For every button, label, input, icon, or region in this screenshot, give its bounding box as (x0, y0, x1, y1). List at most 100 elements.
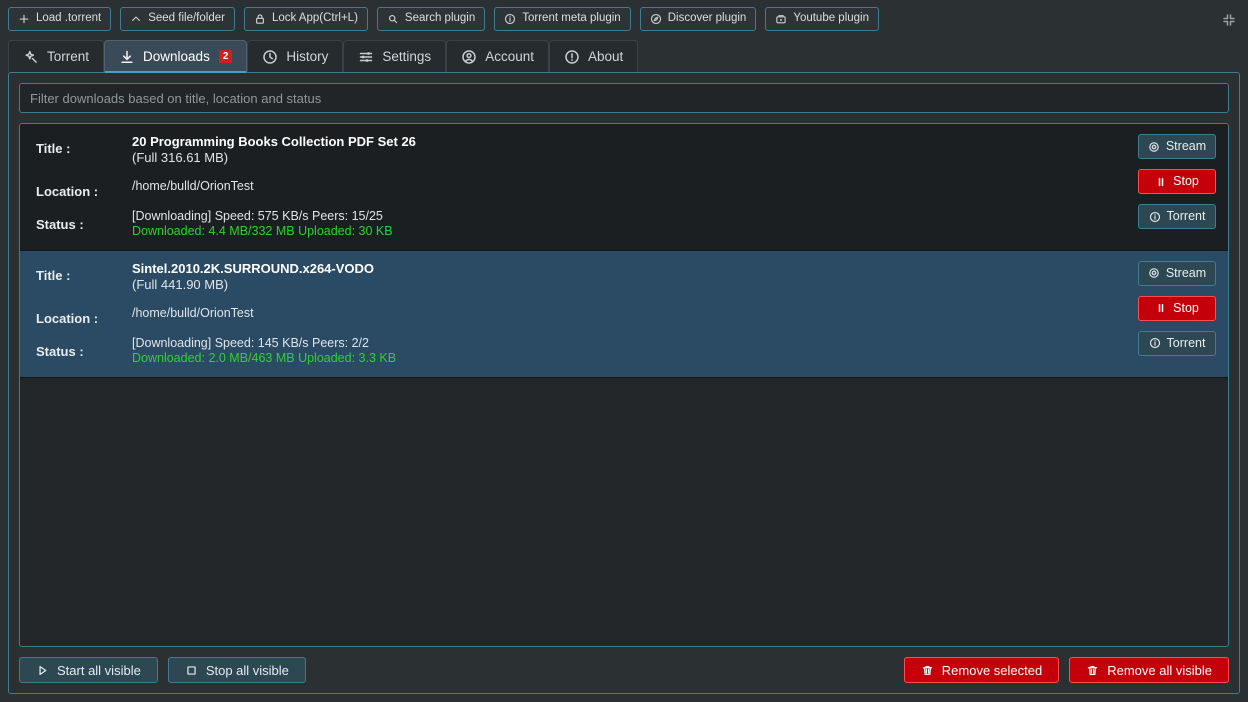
square-icon (185, 664, 198, 677)
download-size: (Full 441.90 MB) (132, 276, 229, 292)
pause-icon (1155, 302, 1167, 314)
play-icon (36, 664, 49, 677)
toolbar-button-label: Lock App(Ctrl+L) (271, 12, 358, 25)
toolbar-button-lock-app-ctrl-l[interactable]: Lock App(Ctrl+L) (243, 7, 368, 31)
status-value: [Downloading] Speed: 145 KB/s Peers: 2/2… (132, 336, 1124, 367)
magic-wand-icon (23, 49, 39, 65)
toolbar-button-discover-plugin[interactable]: Discover plugin (639, 7, 757, 31)
bulk-action-label: Stop all visible (205, 662, 289, 678)
download-actions: Stream Stop Torrent (1138, 260, 1216, 356)
stream-icon (1148, 267, 1160, 279)
tab-torrent[interactable]: Torrent (8, 40, 105, 72)
trash-icon (1086, 664, 1099, 677)
location-label: Location : (36, 310, 99, 326)
toolbar-button-label: Seed file/folder (148, 12, 225, 25)
tab-downloads[interactable]: Downloads 2 (104, 40, 248, 73)
tab-label: About (587, 49, 624, 64)
search-icon (387, 13, 399, 25)
location-label: Location : (36, 183, 99, 199)
remove-selected-button[interactable]: Remove selected (903, 657, 1060, 683)
download-title: Sintel.2010.2K.SURROUND.x264-VODO (132, 260, 375, 276)
download-torrent-button[interactable]: Torrent (1138, 204, 1216, 229)
user-circle-icon (461, 49, 477, 65)
download-status-line: [Downloading] Speed: 575 KB/s Peers: 15/… (132, 208, 383, 223)
toolbar-button-load-torrent[interactable]: Load .torrent (8, 7, 112, 31)
bulk-action-label: Start all visible (57, 662, 141, 678)
download-action-label: Stream (1165, 266, 1207, 281)
sliders-icon (358, 49, 374, 65)
toolbar-button-label: Discover plugin (667, 12, 747, 25)
download-location: /home/bulld/OrionTest (132, 178, 254, 193)
clock-icon (262, 49, 278, 65)
bottom-action-bar: Start all visible Stop all visible Remove… (19, 657, 1229, 683)
trash-icon (921, 664, 934, 677)
download-title: 20 Programming Books Collection PDF Set … (132, 134, 416, 149)
pause-icon (1155, 176, 1167, 188)
tab-history[interactable]: History (247, 40, 344, 72)
app-window: Load .torrent Seed file/folder Lock App(Ct… (0, 0, 1248, 702)
toolbar-button-label: Search plugin (404, 12, 476, 25)
remove-all-visible-button[interactable]: Remove all visible (1069, 657, 1229, 683)
tab-label: History (286, 49, 329, 64)
download-stream-button[interactable]: Stream (1138, 260, 1216, 286)
toolbar-button-label: Torrent meta plugin (522, 12, 621, 25)
compass-icon (650, 13, 662, 25)
download-torrent-button[interactable]: Torrent (1138, 330, 1216, 356)
toolbar-button-label: Youtube plugin (793, 12, 870, 25)
toolbar-button-torrent-meta-plugin[interactable]: Torrent meta plugin (494, 7, 631, 31)
plus-icon (18, 13, 30, 25)
tab-label: Torrent (47, 49, 90, 64)
tab-about[interactable]: About (548, 40, 639, 72)
downloads-list[interactable]: Title : 20 Programming Books Collection P… (19, 123, 1229, 647)
tab-label: Downloads (143, 49, 210, 64)
lock-icon (254, 13, 266, 25)
download-progress-line: Downloaded: 2.0 MB/463 MB Uploaded: 3.3 … (132, 351, 397, 366)
toolbar-button-youtube-plugin[interactable]: Youtube plugin (765, 7, 880, 31)
bulk-remove-group: Remove selected Remove all visible (903, 657, 1229, 683)
top-toolbar: Load .torrent Seed file/folder Lock App(Ct… (0, 0, 1248, 38)
title-value: Sintel.2010.2K.SURROUND.x264-VODO (Full 4… (132, 261, 1124, 293)
download-action-label: Torrent (1166, 336, 1206, 351)
download-location: /home/bulld/OrionTest (132, 305, 254, 320)
download-stop-button[interactable]: Stop (1138, 295, 1216, 321)
download-row[interactable]: Title : Sintel.2010.2K.SURROUND.x264-VODO… (20, 250, 1228, 378)
download-stop-button[interactable]: Stop (1138, 169, 1216, 194)
tab-badge: 2 (218, 50, 233, 63)
download-row[interactable]: Title : 20 Programming Books Collection P… (20, 124, 1228, 251)
tab-account[interactable]: Account (446, 40, 549, 72)
download-fields: Title : 20 Programming Books Collection P… (36, 134, 1124, 240)
download-icon (119, 49, 135, 65)
download-action-label: Stop (1173, 174, 1199, 189)
info-circle-icon (504, 13, 516, 25)
chevron-up-icon (130, 13, 142, 25)
download-stream-button[interactable]: Stream (1138, 134, 1216, 159)
toolbar-button-seed-file-folder[interactable]: Seed file/folder (120, 7, 235, 31)
toolbar-button-label: Load .torrent (36, 12, 102, 25)
tab-settings[interactable]: Settings (343, 40, 447, 72)
tab-label: Account (485, 49, 534, 64)
title-label: Title : (36, 267, 71, 283)
download-action-label: Torrent (1166, 209, 1206, 224)
title-label: Title : (36, 141, 71, 156)
bulk-start-stop-group: Start all visible Stop all visible (19, 657, 306, 683)
youtube-icon (775, 13, 787, 25)
info-circle-icon (1149, 337, 1161, 349)
status-label: Status : (36, 343, 84, 359)
bulk-action-label: Remove all visible (1107, 662, 1212, 678)
title-value: 20 Programming Books Collection PDF Set … (132, 134, 1124, 166)
collapse-icon[interactable] (1220, 11, 1238, 29)
bulk-action-label: Remove selected (941, 662, 1043, 678)
tab-label: Settings (382, 49, 432, 64)
download-fields: Title : Sintel.2010.2K.SURROUND.x264-VODO… (36, 261, 1124, 367)
stream-icon (1148, 141, 1160, 153)
downloads-panel: Title : 20 Programming Books Collection P… (8, 72, 1240, 694)
start-all-visible-button[interactable]: Start all visible (19, 657, 158, 683)
stop-all-visible-button[interactable]: Stop all visible (167, 657, 306, 683)
download-progress-line: Downloaded: 4.4 MB/332 MB Uploaded: 30 K… (132, 224, 393, 239)
status-value: [Downloading] Speed: 575 KB/s Peers: 15/… (132, 209, 1124, 240)
toolbar-button-search-plugin[interactable]: Search plugin (376, 7, 486, 31)
download-action-label: Stop (1173, 301, 1199, 316)
tab-bar: Torrent Downloads 2 History Settings Account A… (0, 38, 1248, 73)
filter-input[interactable] (19, 83, 1229, 113)
download-size: (Full 316.61 MB) (132, 149, 229, 165)
